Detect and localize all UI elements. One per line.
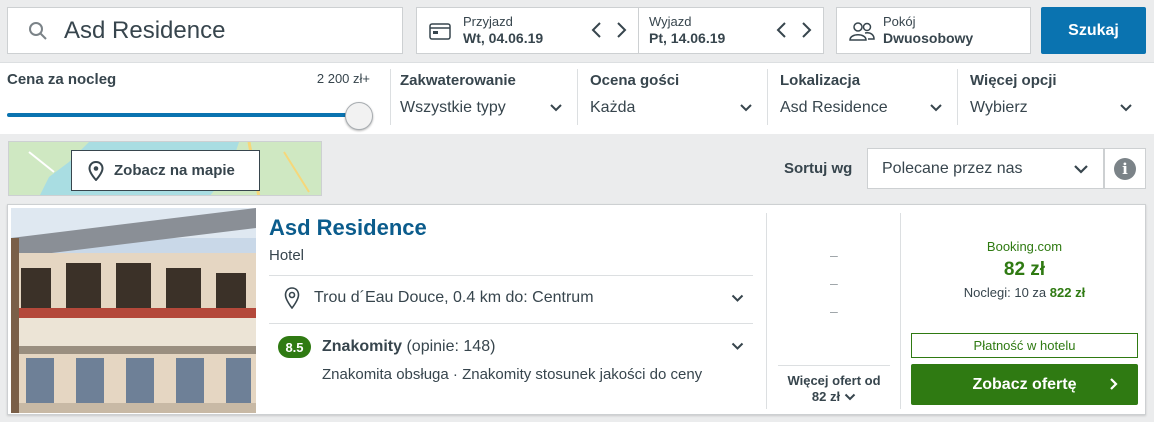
chevron-down-icon: [1120, 104, 1132, 112]
hotel-image: [11, 208, 256, 413]
price-filter: Cena za nocleg 2 200 zł+: [7, 71, 377, 130]
price-slider-track[interactable]: [7, 113, 359, 117]
map-pin-icon: [284, 287, 300, 309]
rating-filter[interactable]: Ocena gości Każda: [590, 69, 753, 127]
sort-select[interactable]: Polecane przez nas: [867, 148, 1104, 189]
view-offer-button[interactable]: Zobacz ofertę: [911, 364, 1138, 405]
divider: [390, 69, 391, 125]
more-options-value: Wybierz: [970, 99, 1028, 116]
divider: [767, 69, 768, 125]
chevron-down-icon: [550, 104, 562, 112]
divider: [577, 69, 578, 125]
map-preview[interactable]: Zobacz na mapie: [8, 141, 322, 196]
offer-price[interactable]: 82 zł: [911, 259, 1138, 281]
rating-word: Znakomity: [322, 338, 403, 355]
room-selector[interactable]: Pokój Dwuosobowy: [836, 7, 1031, 54]
rating-description: Znakomita obsługa · Znakomity stosunek j…: [322, 366, 703, 383]
rating-score-badge: 8.5: [278, 336, 311, 358]
chevron-down-icon: [844, 393, 856, 401]
hotel-card: Asd Residence Hotel Trou d´Eau Douce, 0.…: [7, 204, 1146, 415]
price-slider-handle[interactable]: [345, 102, 373, 130]
rating-value: Każda: [590, 99, 636, 116]
chevron-right-icon: [1110, 378, 1118, 390]
checkin-value: Wt, 04.06.19: [463, 30, 544, 46]
view-offer-label: Zobacz ofertę: [972, 375, 1077, 393]
divider: [269, 275, 753, 276]
info-icon: i: [1114, 157, 1136, 180]
chevron-left-icon[interactable]: [775, 20, 789, 40]
room-label: Pokój: [883, 14, 916, 29]
more-offers-price: 82 zł: [811, 389, 841, 404]
search-icon: [29, 21, 47, 40]
checkin-field[interactable]: Przyjazd Wt, 04.06.19: [417, 8, 639, 53]
location-text: Trou d´Eau Douce, 0.4 km do: Centrum: [314, 289, 594, 306]
hotel-name[interactable]: Asd Residence: [269, 215, 427, 241]
pay-at-hotel-badge: Płatność w hotelu: [911, 333, 1138, 358]
placeholder-dash: –: [830, 303, 838, 319]
info-button[interactable]: i: [1104, 148, 1146, 189]
location-row[interactable]: Trou d´Eau Douce, 0.4 km do: Centrum: [284, 287, 594, 309]
rating-count: (opinie: 148): [406, 338, 496, 355]
accommodation-filter[interactable]: Zakwaterowanie Wszystkie typy: [400, 69, 563, 127]
price-max: 2 200 zł+: [316, 71, 370, 86]
sort-label: Sortuj wg: [784, 160, 853, 177]
nights-total: 822 zł: [1049, 285, 1086, 300]
room-value: Dwuosobowy: [883, 30, 974, 46]
checkout-field[interactable]: Wyjazd Pt, 14.06.19: [639, 8, 823, 53]
divider: [766, 213, 767, 409]
chevron-down-icon[interactable]: [731, 342, 744, 351]
nights-summary: Noclegi: 10 za 822 zł: [911, 285, 1138, 300]
chevron-right-icon[interactable]: [799, 20, 813, 40]
checkin-label: Przyjazd: [463, 14, 513, 29]
rating-summary[interactable]: Znakomity (opinie: 148): [322, 338, 495, 356]
checkout-value: Pt, 14.06.19: [649, 30, 726, 46]
accommodation-value: Wszystkie typy: [400, 99, 506, 116]
more-options-label: Więcej opcji: [970, 72, 1057, 89]
chevron-down-icon: [1074, 165, 1088, 174]
chevron-right-icon[interactable]: [614, 20, 628, 40]
date-picker[interactable]: Przyjazd Wt, 04.06.19 Wyjazd Pt, 14.06.1…: [416, 7, 824, 54]
nights-prefix: Noclegi: 10 za: [963, 285, 1047, 300]
top-search-bar: Asd Residence Przyjazd Wt, 04.06.19 Wyja…: [0, 0, 1154, 62]
chevron-down-icon: [930, 104, 942, 112]
price-label: Cena za nocleg: [7, 71, 117, 88]
location-value: Asd Residence: [780, 99, 888, 116]
divider: [900, 213, 901, 409]
view-on-map-button[interactable]: Zobacz na mapie: [71, 150, 260, 191]
chevron-left-icon[interactable]: [590, 20, 604, 40]
more-offers-button[interactable]: Więcej ofert od 82 zł: [778, 365, 890, 405]
search-button[interactable]: Szukaj: [1041, 7, 1146, 54]
chevron-down-icon[interactable]: [731, 294, 744, 303]
checkout-label: Wyjazd: [649, 14, 692, 29]
rating-label: Ocena gości: [590, 72, 680, 89]
divider: [957, 69, 958, 125]
divider: [269, 323, 753, 324]
calendar-icon: [429, 22, 451, 40]
provider-name[interactable]: Booking.com: [911, 239, 1138, 254]
placeholder-dash: –: [830, 275, 838, 291]
view-on-map-label: Zobacz na mapie: [114, 162, 235, 179]
more-offers-label: Więcej ofert od: [787, 373, 881, 388]
chevron-down-icon: [740, 104, 752, 112]
placeholder-dash: –: [830, 247, 838, 263]
location-label: Lokalizacja: [780, 72, 861, 89]
filter-bar: Cena za nocleg 2 200 zł+ Zakwaterowanie …: [0, 62, 1154, 134]
guests-icon: [849, 21, 875, 41]
search-input-value: Asd Residence: [64, 16, 226, 44]
hotel-type: Hotel: [269, 247, 305, 264]
sort-value: Polecane przez nas: [882, 159, 1023, 177]
hotel-photo[interactable]: [11, 208, 256, 413]
accommodation-label: Zakwaterowanie: [400, 72, 516, 89]
more-options-filter[interactable]: Więcej opcji Wybierz: [970, 69, 1133, 127]
location-filter[interactable]: Lokalizacja Asd Residence: [780, 69, 943, 127]
map-pin-icon: [88, 160, 104, 181]
search-input[interactable]: Asd Residence: [7, 7, 403, 54]
